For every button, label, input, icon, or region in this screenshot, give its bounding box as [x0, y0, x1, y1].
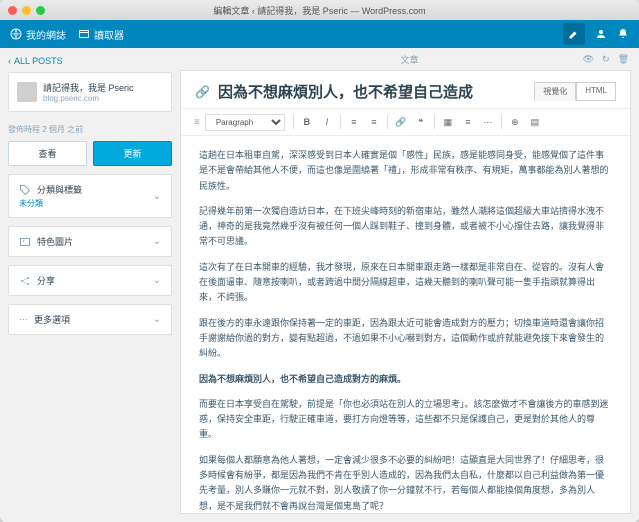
bell-icon[interactable] [617, 28, 629, 40]
italic-button[interactable]: I [318, 113, 336, 131]
align-button[interactable]: ≡ [459, 113, 477, 131]
history-icon[interactable]: ↻ [602, 54, 610, 65]
format-select[interactable]: Paragraph [205, 114, 285, 131]
window-titlebar: 編輯文章 ‹ 請記得我，我是 Pseric — WordPress.com [0, 0, 639, 20]
kitchen-sink-button[interactable]: ▤ [526, 113, 544, 131]
editor-toolbar: ≡ Paragraph B I ≡ ≡ 🔗 ❝ ▦ ≡ ⋯ ⊕ [181, 109, 630, 136]
reader-link[interactable]: 讀取器 [78, 27, 124, 42]
more-button[interactable]: ⋯ [479, 113, 497, 131]
share-panel[interactable]: 分享 ⌄ [8, 265, 172, 296]
tab-html[interactable]: HTML [576, 82, 616, 101]
editor: 🔗 因為不想麻煩別人，也不希望自己造成 視覺化 HTML ≡ Paragraph… [180, 70, 631, 514]
media-button[interactable]: ▦ [439, 113, 457, 131]
site-avatar [17, 82, 37, 102]
paragraph: 這次有了在日本開車的經驗，我才發現，原來在日本開車跟走路一樣都是非常自在、從容的… [199, 260, 612, 306]
paragraph: 這趟在日本租車自駕，深深感受到日本人確實是個「感性」民族，感是能感同身受，能感覺… [199, 148, 612, 194]
chevron-down-icon: ⌄ [153, 275, 161, 286]
pencil-icon [568, 28, 580, 40]
share-icon [19, 275, 31, 287]
link-button[interactable]: 🔗 [392, 113, 410, 131]
site-card[interactable]: 請記得我，我是 Pseric blog.pseric.com [8, 72, 172, 112]
user-icon[interactable] [595, 28, 607, 40]
eye-icon[interactable]: 👁 [583, 54, 594, 65]
topbar: 我的網誌 讀取器 [0, 20, 639, 48]
special-button[interactable]: ⊕ [506, 113, 524, 131]
sidebar: ‹ ALL POSTS 請記得我，我是 Pseric blog.pseric.c… [0, 48, 180, 522]
reader-icon [78, 28, 90, 40]
paragraph: 而要在日本享受自在駕駛，前提是「你也必須站在別人的立場思考」。該怎麼做才不會讓後… [199, 397, 612, 443]
paragraph: 跟在後方的車永遠跟你保持著一定的車距，因為跟太近可能會造成對方的壓力；切換車道時… [199, 316, 612, 362]
quote-button[interactable]: ❝ [412, 113, 430, 131]
chevron-down-icon: ⌄ [153, 191, 161, 202]
ellipsis-icon: ⋯ [19, 314, 28, 325]
wordpress-icon [10, 28, 22, 40]
number-list-button[interactable]: ≡ [365, 113, 383, 131]
chevron-down-icon: ⌄ [153, 314, 161, 325]
site-name: 請記得我，我是 Pseric [43, 81, 134, 94]
bullet-list-button[interactable]: ≡ [345, 113, 363, 131]
paragraph: 如果每個人都願意為他人著想，一定會減少很多不必要的糾紛吧！這顯直是大同世界了！仔… [199, 453, 612, 513]
chevron-down-icon: ⌄ [153, 236, 161, 247]
back-to-posts-link[interactable]: ‹ ALL POSTS [8, 56, 172, 66]
paragraph: 記得幾年前第一次獨自造訪日本，在下班尖峰時刻的新宿車站，雖然人潮將這個超級大車站… [199, 204, 612, 250]
permalink-icon[interactable]: 🔗 [195, 85, 210, 99]
my-sites-link[interactable]: 我的網誌 [10, 27, 66, 42]
tab-visual[interactable]: 視覺化 [534, 82, 576, 101]
update-button[interactable]: 更新 [93, 141, 172, 166]
view-button[interactable]: 查看 [8, 141, 87, 166]
image-icon [19, 236, 31, 248]
categories-tags-panel[interactable]: 分類與標籤 未分類 ⌄ [8, 174, 172, 218]
editor-body[interactable]: 這趟在日本租車自駕，深深感受到日本人確實是個「感性」民族，感是能感同身受，能感覺… [181, 136, 630, 513]
more-options-panel[interactable]: ⋯更多選項 ⌄ [8, 304, 172, 335]
minimize-window-icon[interactable] [22, 6, 31, 15]
site-url: blog.pseric.com [43, 94, 134, 103]
tag-icon [19, 184, 31, 196]
chevron-left-icon: ‹ [8, 56, 11, 66]
compose-button[interactable] [563, 23, 585, 45]
content-type-label: 文章 [400, 53, 418, 66]
featured-image-panel[interactable]: 特色圖片 ⌄ [8, 226, 172, 257]
trash-icon[interactable]: 🗑 [618, 54, 629, 65]
window-title: 編輯文章 ‹ 請記得我，我是 Pseric — WordPress.com [213, 4, 425, 17]
paragraph-bold: 因為不想麻煩別人，也不希望自己造成對方的麻煩。 [199, 372, 612, 387]
close-window-icon[interactable] [8, 6, 17, 15]
post-title-input[interactable]: 因為不想麻煩別人，也不希望自己造成 [218, 81, 473, 102]
maximize-window-icon[interactable] [36, 6, 45, 15]
bold-button[interactable]: B [298, 113, 316, 131]
content-type-bar: 文章 👁 ↻ 🗑 [180, 48, 639, 70]
toolbar-toggle-icon[interactable]: ≡ [191, 114, 203, 131]
publish-info: 發佈時程 2 個月 之前 [8, 120, 172, 141]
